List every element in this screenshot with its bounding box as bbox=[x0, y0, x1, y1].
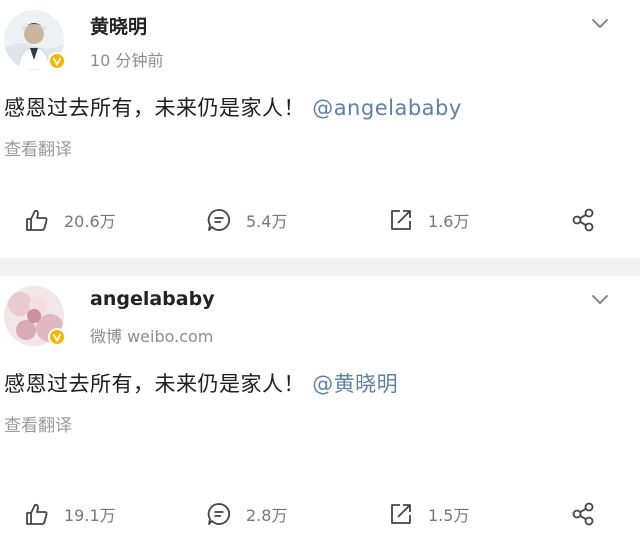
like-icon bbox=[26, 503, 48, 525]
action-bar: 19.1万 2.8万 1.5万 bbox=[0, 494, 640, 534]
like-count: 19.1万 bbox=[64, 506, 116, 525]
mention-link[interactable]: @angelababy bbox=[312, 96, 462, 120]
action-bar: 20.6万 5.4万 1.6万 bbox=[0, 200, 640, 240]
like-count: 20.6万 bbox=[64, 212, 116, 231]
share-icon bbox=[572, 208, 594, 232]
post-content: 感恩过去所有，未来仍是家人！ @angelababy bbox=[4, 92, 462, 122]
translate-link[interactable]: 查看翻译 bbox=[4, 411, 72, 436]
comment-count: 2.8万 bbox=[246, 506, 288, 525]
author-name[interactable]: 黄晓明 bbox=[90, 12, 147, 39]
comment-icon bbox=[207, 209, 231, 231]
repost-count: 1.6万 bbox=[428, 212, 470, 231]
chevron-down-icon[interactable] bbox=[590, 292, 610, 308]
translate-link[interactable]: 查看翻译 bbox=[4, 135, 72, 160]
repost-count: 1.5万 bbox=[428, 506, 470, 525]
post-text: 感恩过去所有，未来仍是家人！ bbox=[4, 96, 305, 120]
post-content: 感恩过去所有，未来仍是家人！ @黄晓明 bbox=[4, 368, 398, 398]
comment-count: 5.4万 bbox=[246, 212, 288, 231]
post-text: 感恩过去所有，未来仍是家人！ bbox=[4, 372, 305, 396]
mention-link[interactable]: @黄晓明 bbox=[312, 372, 398, 396]
post-time: 10 分钟前 bbox=[90, 51, 164, 70]
weibo-post-1: 黄晓明 10 分钟前 感恩过去所有，未来仍是家人！ @angelababy 查看… bbox=[0, 0, 640, 258]
weibo-post-2: angelababy 微博 weibo.com 感恩过去所有，未来仍是家人！ @… bbox=[0, 276, 640, 557]
verified-badge-icon bbox=[48, 52, 66, 70]
like-icon bbox=[26, 209, 48, 231]
comment-button[interactable]: 2.8万 bbox=[206, 502, 287, 526]
comment-button[interactable]: 5.4万 bbox=[206, 208, 287, 232]
like-button[interactable]: 19.1万 bbox=[24, 502, 116, 526]
repost-button[interactable]: 1.5万 bbox=[388, 502, 469, 526]
like-button[interactable]: 20.6万 bbox=[24, 208, 116, 232]
author-name[interactable]: angelababy bbox=[90, 288, 215, 310]
repost-icon bbox=[391, 504, 411, 524]
post-source: 微博 weibo.com bbox=[90, 327, 214, 346]
repost-button[interactable]: 1.6万 bbox=[388, 208, 469, 232]
verified-badge-icon bbox=[48, 328, 66, 346]
repost-icon bbox=[391, 210, 411, 230]
chevron-down-icon[interactable] bbox=[590, 16, 610, 32]
share-icon bbox=[572, 502, 594, 526]
share-button[interactable] bbox=[570, 502, 596, 526]
share-button[interactable] bbox=[570, 208, 596, 232]
comment-icon bbox=[207, 503, 231, 525]
